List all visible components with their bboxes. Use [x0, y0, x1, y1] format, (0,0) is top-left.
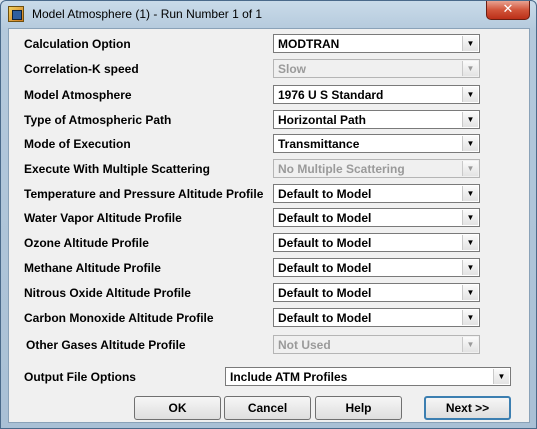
field-label: Calculation Option — [24, 37, 131, 51]
output-file-options-dropdown[interactable]: Include ATM Profiles ▼ — [225, 367, 511, 386]
next-button[interactable]: Next >> — [424, 396, 511, 420]
cancel-button[interactable]: Cancel — [224, 396, 311, 420]
dropdown-value: Not Used — [278, 338, 331, 352]
field-label: Ozone Altitude Profile — [24, 236, 149, 250]
chevron-down-icon[interactable]: ▼ — [462, 310, 478, 325]
temperature-pressure-profile-dropdown[interactable]: Default to Model ▼ — [273, 184, 480, 203]
chevron-down-icon[interactable]: ▼ — [493, 369, 509, 384]
dropdown-value: MODTRAN — [278, 37, 340, 51]
row-multiple-scattering: Execute With Multiple Scattering No Mult… — [9, 159, 529, 179]
field-label: Methane Altitude Profile — [24, 261, 161, 275]
field-label: Execute With Multiple Scattering — [24, 162, 210, 176]
chevron-down-icon[interactable]: ▼ — [462, 186, 478, 201]
other-gases-profile-dropdown: Not Used ▼ — [273, 335, 480, 354]
dropdown-value: Default to Model — [278, 261, 372, 275]
atmospheric-path-dropdown[interactable]: Horizontal Path ▼ — [273, 110, 480, 129]
model-atmosphere-dropdown[interactable]: 1976 U S Standard ▼ — [273, 85, 480, 104]
row-mode-of-execution: Mode of Execution Transmittance ▼ — [9, 134, 529, 154]
help-button[interactable]: Help — [315, 396, 402, 420]
dropdown-value: Slow — [278, 62, 307, 76]
field-label: Type of Atmospheric Path — [24, 113, 172, 127]
dialog-window: Model Atmosphere (1) - Run Number 1 of 1… — [0, 0, 537, 429]
row-model-atmosphere: Model Atmosphere 1976 U S Standard ▼ — [9, 85, 529, 105]
dropdown-value: Include ATM Profiles — [230, 370, 348, 384]
calculation-option-dropdown[interactable]: MODTRAN ▼ — [273, 34, 480, 53]
chevron-down-icon[interactable]: ▼ — [462, 136, 478, 151]
row-ozone-profile: Ozone Altitude Profile Default to Model … — [9, 233, 529, 253]
chevron-down-icon[interactable]: ▼ — [462, 285, 478, 300]
row-carbon-monoxide-profile: Carbon Monoxide Altitude Profile Default… — [9, 308, 529, 328]
chevron-down-icon[interactable]: ▼ — [462, 210, 478, 225]
dropdown-value: No Multiple Scattering — [278, 162, 405, 176]
water-vapor-profile-dropdown[interactable]: Default to Model ▼ — [273, 208, 480, 227]
mode-of-execution-dropdown[interactable]: Transmittance ▼ — [273, 134, 480, 153]
row-other-gases-profile: Other Gases Altitude Profile Not Used ▼ — [9, 335, 529, 355]
chevron-down-icon: ▼ — [462, 161, 478, 176]
row-correlation-k-speed: Correlation-K speed Slow ▼ — [9, 59, 529, 79]
window-title: Model Atmosphere (1) - Run Number 1 of 1 — [32, 7, 263, 21]
dropdown-value: Transmittance — [278, 137, 360, 151]
methane-profile-dropdown[interactable]: Default to Model ▼ — [273, 258, 480, 277]
field-label: Water Vapor Altitude Profile — [24, 211, 182, 225]
chevron-down-icon[interactable]: ▼ — [462, 260, 478, 275]
row-water-vapor-profile: Water Vapor Altitude Profile Default to … — [9, 208, 529, 228]
row-calculation-option: Calculation Option MODTRAN ▼ — [9, 34, 529, 54]
chevron-down-icon[interactable]: ▼ — [462, 235, 478, 250]
field-label: Output File Options — [24, 370, 136, 384]
field-label: Mode of Execution — [24, 137, 131, 151]
multiple-scattering-dropdown: No Multiple Scattering ▼ — [273, 159, 480, 178]
field-label: Temperature and Pressure Altitude Profil… — [24, 187, 264, 201]
chevron-down-icon[interactable]: ▼ — [462, 36, 478, 51]
dropdown-value: Default to Model — [278, 286, 372, 300]
chevron-down-icon[interactable]: ▼ — [462, 112, 478, 127]
dialog-body: Calculation Option MODTRAN ▼ Correlation… — [8, 28, 530, 423]
row-atmospheric-path: Type of Atmospheric Path Horizontal Path… — [9, 110, 529, 130]
chevron-down-icon[interactable]: ▼ — [462, 87, 478, 102]
ok-button[interactable]: OK — [134, 396, 221, 420]
field-label: Other Gases Altitude Profile — [26, 338, 186, 352]
row-nitrous-oxide-profile: Nitrous Oxide Altitude Profile Default t… — [9, 283, 529, 303]
chevron-down-icon: ▼ — [462, 61, 478, 76]
app-icon — [8, 6, 24, 22]
field-label: Correlation-K speed — [24, 62, 139, 76]
chevron-down-icon: ▼ — [462, 337, 478, 352]
carbon-monoxide-profile-dropdown[interactable]: Default to Model ▼ — [273, 308, 480, 327]
dropdown-value: Default to Model — [278, 311, 372, 325]
row-temperature-pressure-profile: Temperature and Pressure Altitude Profil… — [9, 184, 529, 204]
dropdown-value: 1976 U S Standard — [278, 88, 384, 102]
correlation-k-speed-dropdown: Slow ▼ — [273, 59, 480, 78]
dropdown-value: Default to Model — [278, 236, 372, 250]
title-bar[interactable]: Model Atmosphere (1) - Run Number 1 of 1… — [1, 1, 536, 27]
field-label: Model Atmosphere — [24, 88, 132, 102]
nitrous-oxide-profile-dropdown[interactable]: Default to Model ▼ — [273, 283, 480, 302]
ozone-profile-dropdown[interactable]: Default to Model ▼ — [273, 233, 480, 252]
close-button[interactable]: ✕ — [486, 1, 530, 20]
field-label: Carbon Monoxide Altitude Profile — [24, 311, 214, 325]
field-label: Nitrous Oxide Altitude Profile — [24, 286, 191, 300]
dropdown-value: Horizontal Path — [278, 113, 367, 127]
row-output-file-options: Output File Options Include ATM Profiles… — [9, 367, 529, 387]
dropdown-value: Default to Model — [278, 211, 372, 225]
row-methane-profile: Methane Altitude Profile Default to Mode… — [9, 258, 529, 278]
dropdown-value: Default to Model — [278, 187, 372, 201]
